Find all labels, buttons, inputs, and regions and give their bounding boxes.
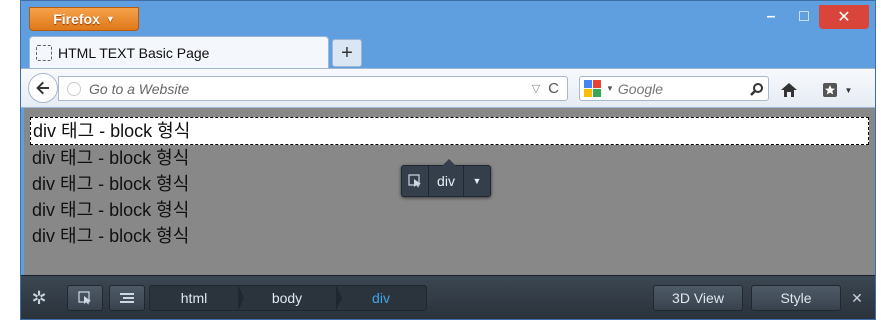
markup-lines-icon — [120, 293, 134, 303]
close-icon: ✕ — [837, 9, 851, 26]
infobar-tag-label: div — [429, 166, 464, 196]
cursor-pick-icon — [408, 174, 421, 188]
tab-html-text-basic-page[interactable]: HTML TEXT Basic Page — [29, 36, 329, 68]
firefox-menu-label: Firefox — [53, 11, 100, 27]
search-bar[interactable]: ▼ Google — [579, 76, 769, 101]
div-block[interactable]: div 태그 - block 형식 — [24, 197, 875, 223]
navigation-toolbar: Go to a Website ▽ C ▼ Google ▼ — [21, 68, 875, 108]
maximize-icon: □ — [799, 8, 809, 25]
home-button[interactable] — [777, 79, 801, 101]
tab-title: HTML TEXT Basic Page — [58, 44, 210, 61]
new-tab-button[interactable]: + — [332, 39, 362, 67]
div-block-highlighted[interactable]: div 태그 - block 형식 — [30, 117, 869, 145]
bookmark-star-icon — [822, 83, 837, 97]
globe-icon — [67, 81, 81, 96]
breadcrumb-html[interactable]: html — [150, 285, 244, 311]
minimize-icon: – — [766, 8, 776, 25]
search-icon[interactable] — [746, 82, 768, 96]
style-button[interactable]: Style — [751, 285, 841, 311]
bookmarks-button[interactable]: ▼ — [819, 79, 855, 101]
close-devtools-icon[interactable]: ✕ — [847, 288, 867, 308]
back-arrow-icon — [36, 81, 49, 95]
page-icon — [36, 44, 52, 61]
maximize-button[interactable]: □ — [789, 5, 819, 29]
breadcrumb-body[interactable]: body — [238, 285, 342, 311]
inspector-infobar: div ▼ — [401, 159, 491, 197]
markup-panel-button[interactable] — [109, 285, 145, 311]
close-window-button[interactable]: ✕ — [819, 5, 869, 29]
gear-icon[interactable]: ✲ — [28, 287, 50, 309]
caret-down-icon: ▼ — [472, 176, 482, 186]
devtools-toolbar: ✲ html body div 3D View Style ✕ — [21, 275, 875, 319]
cursor-pick-icon — [78, 291, 91, 305]
url-history-dropdown-icon[interactable]: ▽ — [532, 82, 540, 95]
minimize-button[interactable]: – — [756, 5, 786, 29]
div-block[interactable]: div 태그 - block 형식 — [24, 223, 875, 249]
address-bar[interactable]: Go to a Website ▽ C — [58, 76, 568, 101]
3d-view-button[interactable]: 3D View — [653, 285, 743, 311]
search-input[interactable]: Google — [618, 81, 746, 97]
google-logo-icon[interactable] — [584, 79, 602, 98]
breadcrumb: html body div — [149, 285, 427, 311]
chevron-down-icon: ▼ — [844, 85, 853, 95]
infobar-menu-button[interactable]: ▼ — [464, 166, 490, 196]
caret-down-icon: ▼ — [105, 14, 115, 24]
plus-icon: + — [341, 41, 353, 64]
firefox-menu-button[interactable]: Firefox ▼ — [29, 7, 139, 31]
back-button[interactable] — [28, 73, 58, 103]
reload-icon[interactable]: C — [548, 80, 559, 97]
inspect-pick-button[interactable] — [67, 285, 103, 311]
search-engine-dropdown-icon[interactable]: ▼ — [606, 84, 614, 93]
page-content: div 태그 - block 형식 div 태그 - block 형식 div … — [21, 108, 875, 275]
address-input[interactable]: Go to a Website — [89, 81, 532, 97]
home-icon — [781, 83, 797, 97]
browser-window: Firefox ▼ – □ ✕ HTML TEXT Basic Page + G… — [20, 0, 876, 320]
infobar-pick-button[interactable] — [402, 166, 429, 196]
breadcrumb-div[interactable]: div — [336, 285, 426, 311]
